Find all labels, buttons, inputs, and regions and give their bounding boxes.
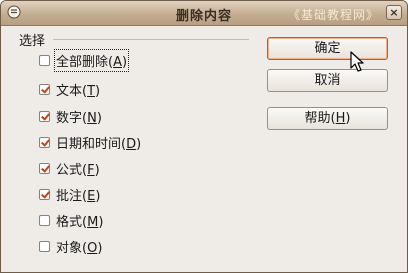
dialog-window: 删除内容 《基础教程网》 × 选择 全部删除(A) 文本(T) 数字(N) 日期… (0, 0, 408, 273)
ok-button[interactable]: 确定 (267, 37, 388, 60)
group-divider (53, 39, 249, 40)
watermark-text: 《基础教程网》 (287, 8, 379, 22)
checkbox[interactable] (39, 188, 50, 200)
option-label: 文本(T) (56, 83, 101, 99)
checkbox[interactable] (39, 110, 50, 122)
checkbox[interactable] (39, 54, 50, 66)
option-label: 批注(E) (56, 188, 101, 204)
option-label: 日期和时间(D) (56, 136, 142, 152)
option-label: 格式(M) (56, 214, 104, 230)
close-button[interactable]: × (386, 5, 402, 20)
help-button[interactable]: 帮助(H) (267, 107, 388, 130)
option-formulas[interactable]: 公式(F) (39, 159, 100, 178)
option-label: 全部删除(A) (53, 48, 130, 72)
option-comments[interactable]: 批注(E) (39, 185, 101, 204)
checkbox[interactable] (39, 214, 50, 226)
checkbox[interactable] (39, 83, 50, 95)
option-delete-all[interactable]: 全部删除(A) (39, 48, 130, 72)
option-formats[interactable]: 格式(M) (39, 211, 104, 230)
option-text[interactable]: 文本(T) (39, 80, 101, 99)
title-bar[interactable]: 删除内容 《基础教程网》 × (1, 1, 407, 26)
option-label: 数字(N) (56, 110, 102, 126)
checkbox[interactable] (39, 240, 50, 252)
option-label: 公式(F) (56, 162, 100, 178)
checkbox[interactable] (39, 136, 50, 148)
checkbox[interactable] (39, 162, 50, 174)
close-icon: × (389, 6, 399, 19)
option-numbers[interactable]: 数字(N) (39, 107, 102, 126)
mouse-pointer-icon (350, 51, 364, 72)
cancel-button[interactable]: 取消 (267, 69, 388, 92)
option-label: 对象(O) (56, 240, 103, 256)
selection-group-label: 选择 (19, 34, 46, 49)
option-objects[interactable]: 对象(O) (39, 237, 103, 256)
option-date-time[interactable]: 日期和时间(D) (39, 133, 142, 152)
